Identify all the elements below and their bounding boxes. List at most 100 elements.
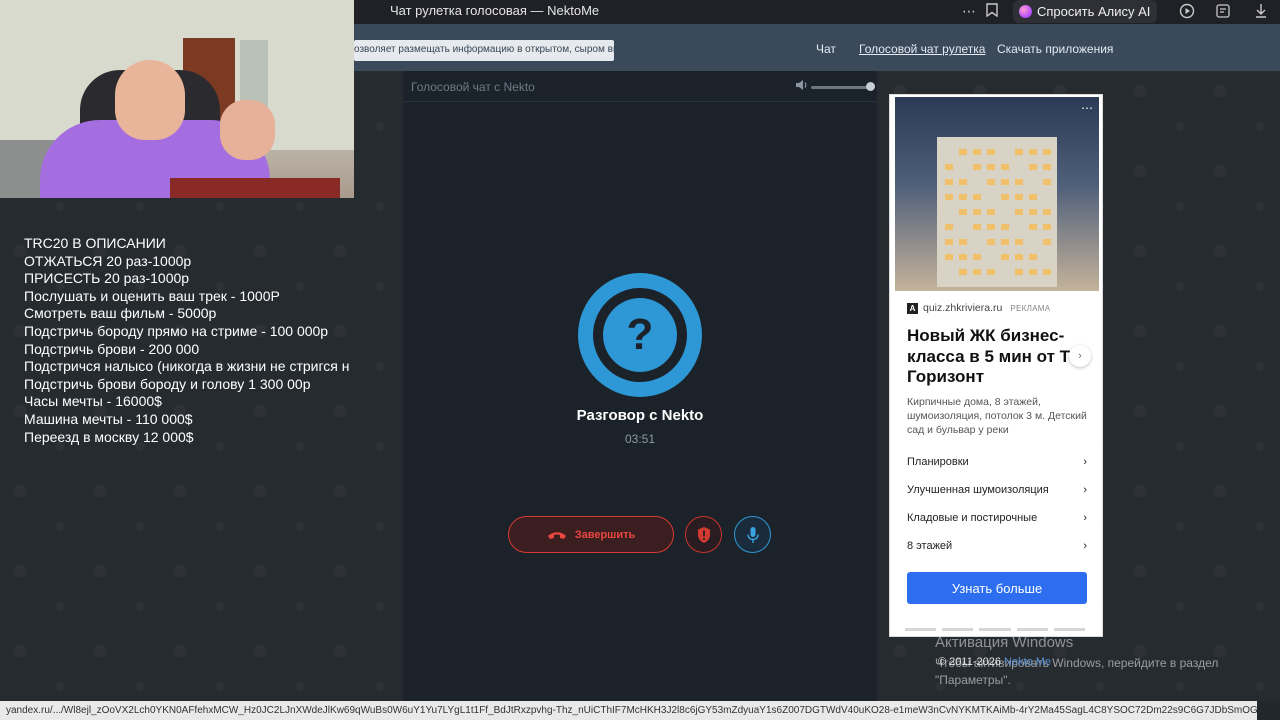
ad-link-floors[interactable]: 8 этажей › (907, 532, 1087, 560)
building-window (973, 194, 981, 200)
building-window (1029, 149, 1037, 155)
building-window (959, 239, 967, 245)
volume-slider[interactable] (811, 86, 871, 89)
chevron-right-icon: › (1083, 484, 1087, 496)
building-window (973, 224, 981, 230)
bookmark-icon[interactable] (986, 3, 998, 20)
building-window (1015, 149, 1023, 155)
volume-icon[interactable] (795, 79, 808, 94)
building-window (1001, 194, 1009, 200)
building-window (1029, 164, 1037, 170)
building-window (973, 269, 981, 275)
building-window (1029, 269, 1037, 275)
building-window (1043, 239, 1051, 245)
shield-alert-icon (697, 526, 710, 543)
building-window (959, 194, 967, 200)
building-window (945, 164, 953, 170)
ask-alice-label: Спросить Алису AI (1037, 4, 1151, 19)
building-window (973, 209, 981, 215)
nav-chat[interactable]: Чат (816, 42, 836, 56)
building-window (945, 224, 953, 230)
building-window (959, 149, 967, 155)
building-window (1015, 209, 1023, 215)
site-copyright: © 2011-2026 Nekto.Me (938, 656, 1051, 668)
building-window (959, 269, 967, 275)
ad-link-label: Кладовые и постирочные (907, 512, 1038, 524)
building-window (1015, 179, 1023, 185)
overlay-text-line: Подстричь брови - 200 000 (24, 340, 200, 357)
more-icon[interactable]: ⋯ (962, 3, 976, 20)
ad-title-line: Горизонт (907, 367, 985, 386)
ad-description: Кирпичные дома, 8 этажей, шумоизоляция, … (907, 396, 1087, 436)
ad-source[interactable]: A quiz.zhkriviera.ru РЕКЛАМА (907, 302, 1050, 314)
overlay-text-line: Машина мечты - 110 000$ (24, 410, 193, 427)
ad-link-label: Улучшенная шумоизоляция (907, 484, 1049, 496)
building-window (987, 149, 995, 155)
ad-link-label: Планировки (907, 456, 969, 468)
microphone-button[interactable] (734, 516, 771, 553)
ad-link-storage[interactable]: Кладовые и постирочные › (907, 504, 1087, 532)
building-window (1015, 254, 1023, 260)
ask-alice-button[interactable]: Спросить Алису AI (1013, 0, 1157, 23)
microphone-icon (746, 526, 759, 543)
ad-title[interactable]: Новый ЖК бизнес- класса в 5 мин от ТЦ Го… (907, 326, 1077, 388)
building-window (1029, 194, 1037, 200)
advertisement-card[interactable]: ⋯ A quiz.zhkriviera.ru РЕКЛАМА Новый ЖК … (889, 94, 1103, 637)
stream-overlay-text: TRC20 В ОПИСАНИИ ОТЖАТЬСЯ 20 раз-1000р ПРИ… (24, 235, 376, 446)
building-window (1043, 164, 1051, 170)
webcam-overlay (0, 0, 354, 198)
cam-person-head (115, 60, 185, 140)
ad-menu-icon[interactable]: ⋯ (1081, 101, 1093, 115)
cam-person-hand (220, 100, 275, 160)
end-call-label: Завершить (574, 528, 636, 541)
ad-tag: РЕКЛАМА (1010, 303, 1051, 313)
building-window (1001, 179, 1009, 185)
nav-download-apps[interactable]: Скачать приложения (997, 42, 1113, 56)
window-title: Чат рулетка голосовая — NektoMe (390, 3, 600, 18)
chevron-right-icon: › (1083, 456, 1087, 468)
overlay-text-line: Часы мечты - 16000$ (24, 393, 162, 410)
building-window (1043, 269, 1051, 275)
building-window (987, 209, 995, 215)
question-icon: ? (603, 298, 677, 372)
overlay-text-line: Переезд в москву 12 000$ (24, 428, 194, 445)
media-icon[interactable] (1179, 3, 1195, 22)
extensions-icon[interactable] (1215, 3, 1231, 22)
ad-building (937, 137, 1057, 287)
overlay-text-line: ПРИСЕСТЬ 20 раз-1000р (24, 270, 190, 287)
ad-source-domain: quiz.zhkriviera.ru (923, 302, 1003, 314)
building-window (945, 239, 953, 245)
building-window (959, 179, 967, 185)
building-window (1015, 194, 1023, 200)
download-icon[interactable] (1254, 3, 1268, 22)
building-window (987, 239, 995, 245)
building-window (959, 209, 967, 215)
building-window (987, 164, 995, 170)
building-window (973, 254, 981, 260)
report-button[interactable] (685, 516, 722, 553)
cam-desk (170, 178, 340, 198)
alice-icon (1019, 5, 1032, 18)
ad-link-soundproofing[interactable]: Улучшенная шумоизоляция › (907, 476, 1087, 504)
overlay-text-line: ОТЖАТЬСЯ 20 раз-1000р (24, 252, 192, 269)
building-window (959, 254, 967, 260)
building-window (1043, 179, 1051, 185)
building-window (987, 179, 995, 185)
volume-slider-knob[interactable] (866, 82, 875, 91)
building-window (1015, 269, 1023, 275)
end-call-button[interactable]: Завершить (508, 516, 674, 553)
hangup-icon (547, 531, 566, 539)
building-window (987, 269, 995, 275)
ad-next-arrow-icon[interactable]: › (1069, 345, 1091, 367)
copyright-link[interactable]: Nekto.Me (1004, 656, 1051, 668)
call-timer: 03:51 (624, 432, 656, 446)
building-window (1043, 224, 1051, 230)
ad-link-plans[interactable]: Планировки › (907, 448, 1087, 476)
ad-title-line: Новый ЖК бизнес- (907, 326, 1065, 345)
ad-learn-more-button[interactable]: Узнать больше (907, 572, 1087, 604)
building-window (1001, 254, 1009, 260)
chevron-right-icon: › (1083, 540, 1087, 552)
nav-voice-chat[interactable]: Голосовой чат рулетка (859, 42, 985, 56)
building-window (1001, 239, 1009, 245)
ad-image[interactable]: ⋯ (895, 97, 1099, 291)
